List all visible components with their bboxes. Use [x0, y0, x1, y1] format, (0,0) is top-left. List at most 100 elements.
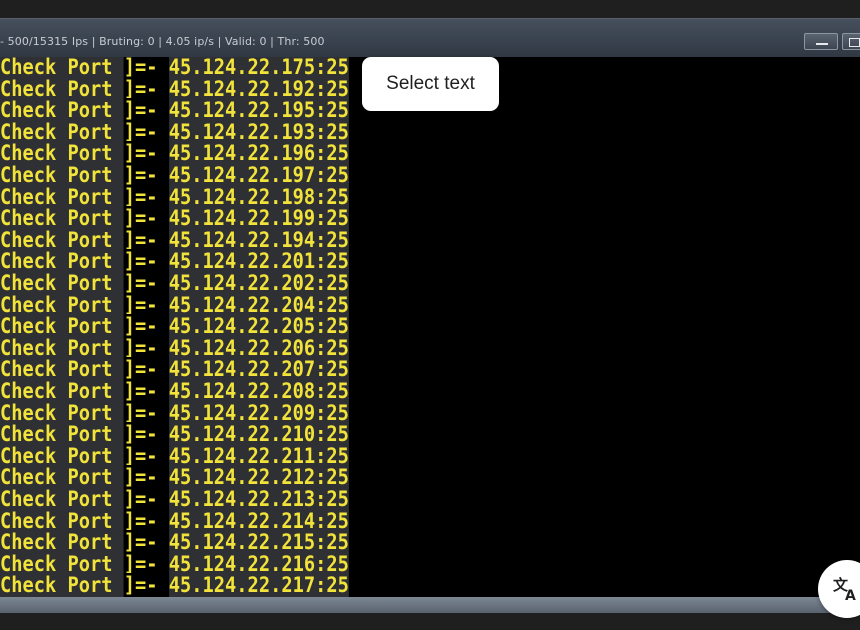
console-line-ip: 45.124.22.207:25 — [168, 357, 349, 382]
console-line-separator: ]=- — [123, 357, 169, 382]
console-line-label: Check Port — [0, 119, 124, 144]
console-line-separator: ]=- — [123, 508, 169, 533]
console-line-label: Check Port — [0, 530, 124, 555]
console-line-label: Check Port — [0, 249, 124, 274]
console-line-ip: 45.124.22.216:25 — [168, 551, 349, 576]
console-line: Check Port ]=- 45.124.22.192:25 — [0, 76, 349, 101]
console-line-separator: ]=- — [123, 314, 169, 339]
console-line-label: Check Port — [0, 379, 124, 403]
console-line-ip: 45.124.22.206:25 — [168, 335, 349, 360]
maximize-icon — [849, 38, 860, 47]
console-line-label: Check Port — [0, 76, 124, 101]
console-line-ip: 45.124.22.215:25 — [168, 530, 349, 555]
console-line: Check Port ]=- 45.124.22.210:25 — [0, 422, 349, 447]
console-line: Check Port ]=- 45.124.22.193:25 — [0, 119, 349, 144]
console-line: Check Port ]=- 45.124.22.213:25 — [0, 487, 349, 511]
console-line-separator: ]=- — [123, 292, 169, 317]
console-line-label: Check Port — [0, 227, 124, 252]
console-line-ip: 45.124.22.193:25 — [168, 119, 349, 144]
console-line-ip: 45.124.22.201:25 — [168, 249, 349, 274]
console-line-label: Check Port — [0, 465, 124, 490]
console-line-ip: 45.124.22.213:25 — [168, 487, 349, 511]
console-line-separator: ]=- — [123, 443, 169, 468]
console-line-label: Check Port — [0, 400, 124, 425]
console-line: Check Port ]=- 45.124.22.208:25 — [0, 379, 349, 403]
console-line-label: Check Port — [0, 443, 124, 468]
console-line-separator: ]=- — [123, 206, 169, 231]
console-output[interactable]: Check Port ]=- 45.124.22.175:25 Check Por… — [0, 57, 860, 597]
console-line-separator: ]=- — [123, 551, 169, 576]
console-line-separator: ]=- — [123, 76, 169, 101]
console-line-separator: ]=- — [123, 119, 169, 144]
console-line: Check Port ]=- 45.124.22.175:25 — [0, 57, 349, 79]
console-line-ip: 45.124.22.202:25 — [168, 271, 349, 295]
console-line: Check Port ]=- 45.124.22.212:25 — [0, 465, 349, 490]
console-line-separator: ]=- — [123, 227, 169, 252]
console-line-label: Check Port — [0, 292, 124, 317]
console-line-ip: 45.124.22.208:25 — [168, 379, 349, 403]
console-line-label: Check Port — [0, 335, 124, 360]
console-line-ip: 45.124.22.211:25 — [168, 443, 349, 468]
console-line-label: Check Port — [0, 206, 124, 231]
console-line-separator: ]=- — [123, 184, 169, 209]
console-line-label: Check Port — [0, 551, 124, 576]
console-line-separator: ]=- — [123, 335, 169, 360]
console-line-label: Check Port — [0, 271, 124, 295]
console-line-separator: ]=- — [123, 379, 169, 403]
console-line-label: Check Port — [0, 508, 124, 533]
console-line-label: Check Port — [0, 184, 124, 209]
console-line-ip: 45.124.22.196:25 — [168, 141, 349, 166]
console-line: Check Port ]=- 45.124.22.217:25 — [0, 573, 349, 597]
console-line-label: Check Port — [0, 573, 124, 597]
console-line-separator: ]=- — [123, 98, 169, 123]
console-line: Check Port ]=- 45.124.22.194:25 — [0, 227, 349, 252]
console-line-ip: 45.124.22.205:25 — [168, 314, 349, 339]
console-line-ip: 45.124.22.197:25 — [168, 163, 349, 187]
window-bottom-bar — [0, 597, 860, 613]
console-line: Check Port ]=- 45.124.22.216:25 — [0, 551, 349, 576]
console-line: Check Port ]=- 45.124.22.197:25 — [0, 163, 349, 187]
console-line-label: Check Port — [0, 314, 124, 339]
window-title: - 500/15315 Ips | Bruting: 0 | 4.05 ip/s… — [0, 35, 325, 48]
console-line-ip: 45.124.22.209:25 — [168, 400, 349, 425]
console-line-ip: 45.124.22.204:25 — [168, 292, 349, 317]
console-line-ip: 45.124.22.198:25 — [168, 184, 349, 209]
console-line-separator: ]=- — [123, 141, 169, 166]
console-line-separator: ]=- — [123, 573, 169, 597]
console-line: Check Port ]=- 45.124.22.202:25 — [0, 271, 349, 295]
svg-text:A: A — [845, 588, 856, 603]
translate-icon: 文 A — [833, 576, 856, 603]
console-line-label: Check Port — [0, 487, 124, 511]
console-line-ip: 45.124.22.210:25 — [168, 422, 349, 447]
console-line-separator: ]=- — [123, 249, 169, 274]
console-line: Check Port ]=- 45.124.22.209:25 — [0, 400, 349, 425]
console-line: Check Port ]=- 45.124.22.201:25 — [0, 249, 349, 274]
console-line: Check Port ]=- 45.124.22.214:25 — [0, 508, 349, 533]
console-line-label: Check Port — [0, 422, 124, 447]
select-text-button[interactable]: Select text — [362, 57, 499, 111]
console-line-ip: 45.124.22.212:25 — [168, 465, 349, 490]
console-line-separator: ]=- — [123, 163, 169, 187]
console-line-separator: ]=- — [123, 530, 169, 555]
console-line-separator: ]=- — [123, 271, 169, 295]
console-line-label: Check Port — [0, 163, 124, 187]
console-line-separator: ]=- — [123, 465, 169, 490]
minimize-icon — [816, 43, 828, 45]
title-bar[interactable]: - 500/15315 Ips | Bruting: 0 | 4.05 ip/s… — [0, 19, 860, 57]
console-line-ip: 45.124.22.195:25 — [168, 98, 349, 123]
console-line: Check Port ]=- 45.124.22.195:25 — [0, 98, 349, 123]
console-line-separator: ]=- — [123, 400, 169, 425]
select-text-label: Select text — [386, 73, 475, 94]
console-line: Check Port ]=- 45.124.22.205:25 — [0, 314, 349, 339]
console-line-label: Check Port — [0, 141, 124, 166]
console-line: Check Port ]=- 45.124.22.199:25 — [0, 206, 349, 231]
minimize-button[interactable] — [804, 33, 838, 50]
console-line-ip: 45.124.22.194:25 — [168, 227, 349, 252]
maximize-button[interactable] — [842, 33, 860, 50]
console-line-separator: ]=- — [123, 487, 169, 511]
console-line-label: Check Port — [0, 98, 124, 123]
console-line: Check Port ]=- 45.124.22.204:25 — [0, 292, 349, 317]
console-line: Check Port ]=- 45.124.22.198:25 — [0, 184, 349, 209]
console-line: Check Port ]=- 45.124.22.211:25 — [0, 443, 349, 468]
console-line: Check Port ]=- 45.124.22.196:25 — [0, 141, 349, 166]
